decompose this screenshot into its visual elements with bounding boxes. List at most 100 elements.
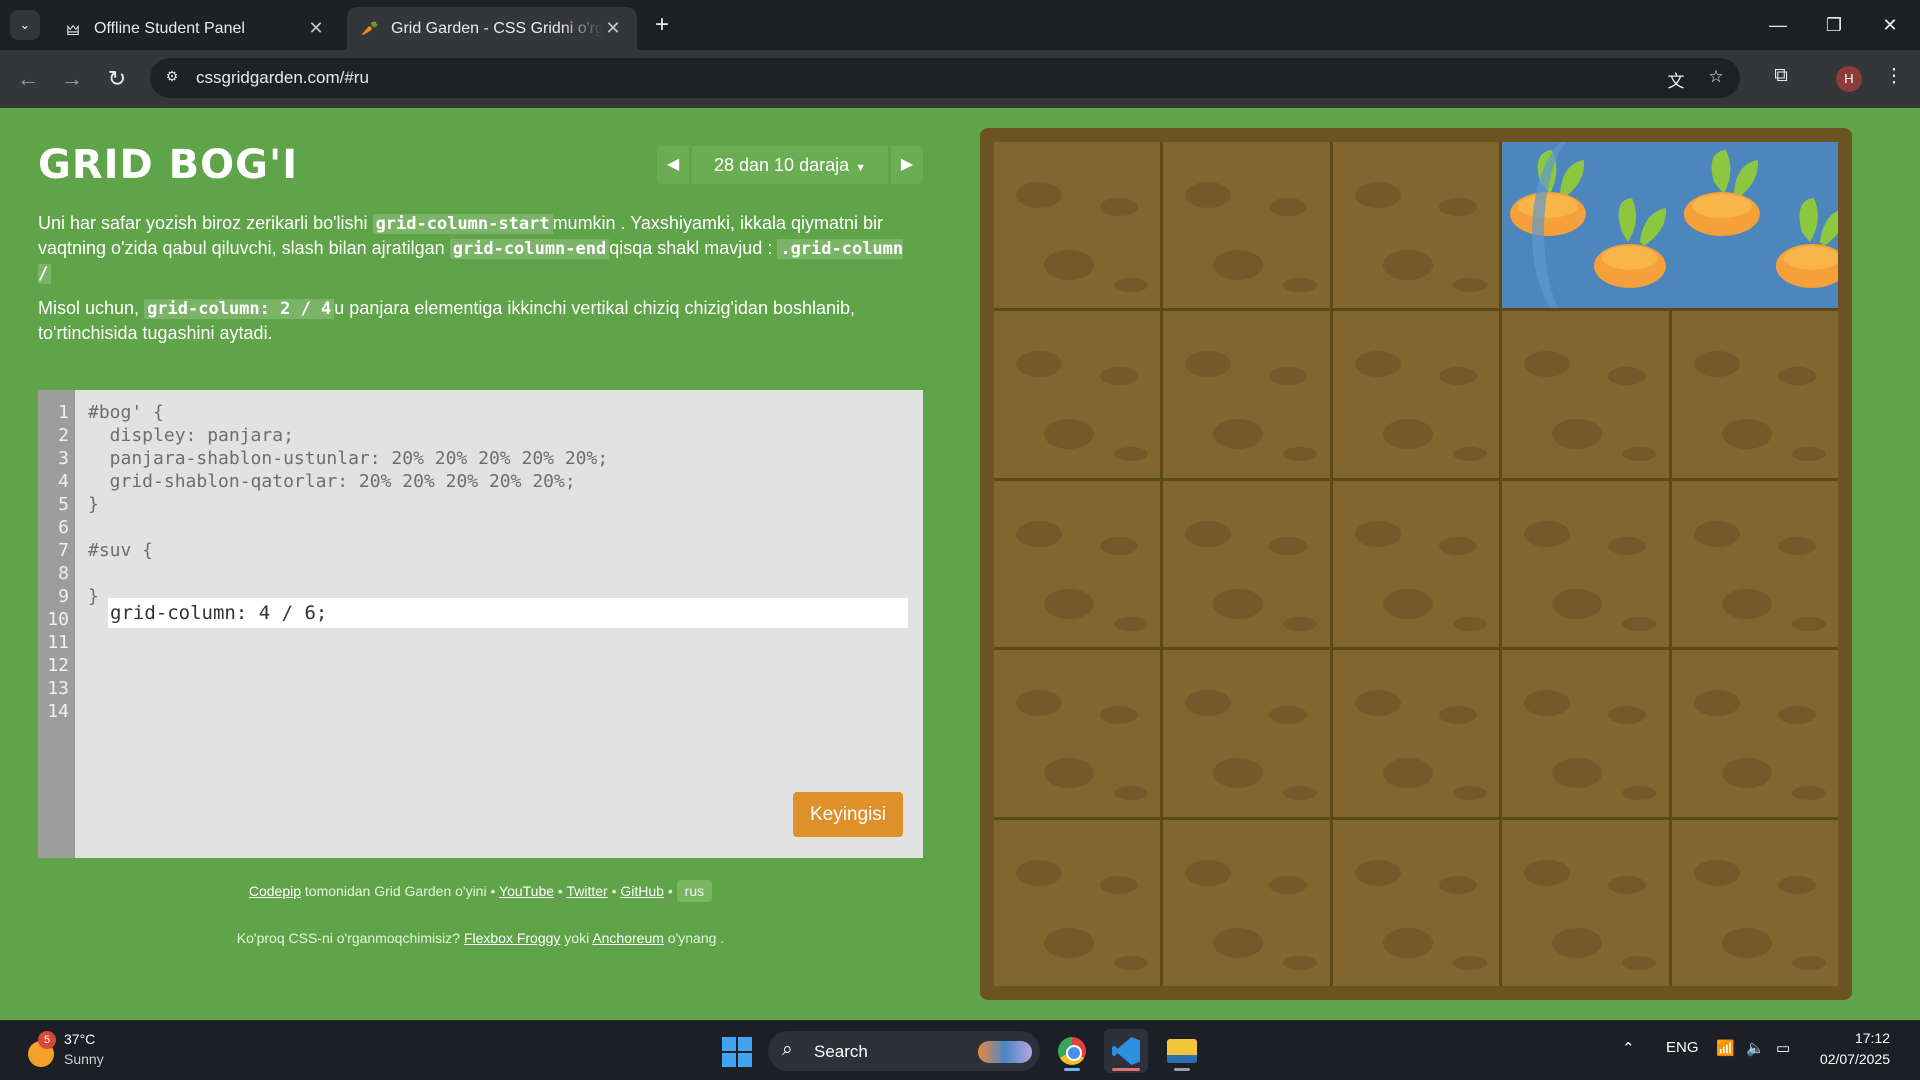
soil-cell: [994, 819, 1161, 986]
separator: •: [554, 883, 567, 899]
active-indicator: [1064, 1068, 1080, 1071]
clock-date[interactable]: 02/07/2025: [1810, 1051, 1890, 1067]
close-window-icon[interactable]: ✕: [1872, 12, 1908, 38]
url-text[interactable]: cssgridgarden.com/#ru: [196, 68, 369, 88]
translate-icon[interactable]: 文: [1665, 67, 1687, 91]
credits: Codepip tomonidan Grid Garden o'yini • Y…: [38, 880, 923, 902]
language-indicator[interactable]: ENG: [1666, 1039, 1699, 1056]
code-line: }: [88, 586, 99, 607]
taskbar-search[interactable]: ⌕ Search: [768, 1031, 1040, 1071]
profile-avatar[interactable]: H: [1836, 66, 1862, 92]
line-number: 3: [58, 448, 69, 469]
next-button[interactable]: Keyingisi: [793, 792, 903, 837]
soil-cell: [994, 650, 1161, 817]
battery-icon[interactable]: ▭: [1776, 1039, 1790, 1057]
weather-temperature[interactable]: 37°C: [64, 1031, 95, 1047]
promo-text: Ko'proq CSS-ni o'rganmoqchimisiz? Flexbo…: [38, 930, 923, 946]
soil-cell: [994, 142, 1161, 309]
line-number: 6: [58, 517, 69, 538]
soil-cell: [1332, 819, 1500, 986]
page-title: GRID BOG'I: [38, 142, 299, 188]
show-hidden-icons-chevron-icon[interactable]: ⌃: [1622, 1039, 1635, 1057]
soil-cell: [1671, 480, 1838, 648]
soil-cell: [1163, 819, 1330, 986]
close-tab-icon[interactable]: ✕: [603, 18, 623, 39]
chrome-taskbar-app[interactable]: [1050, 1029, 1094, 1073]
dropdown-caret-icon: ▼: [855, 162, 866, 174]
vscode-taskbar-app[interactable]: [1104, 1029, 1148, 1073]
soil-cell: [1502, 142, 1669, 309]
separator: •: [663, 883, 677, 899]
active-indicator: [1112, 1068, 1140, 1071]
minimize-icon[interactable]: —: [1760, 12, 1796, 38]
browser-tab-bar: ⌄ 🜲 Offline Student Panel ✕ 🥕 Grid Garde…: [0, 0, 1920, 50]
line-number: 7: [58, 540, 69, 561]
code-term-grid-column-end: grid-column-end: [449, 239, 610, 259]
level-label: 28 dan 10 daraja: [713, 155, 850, 175]
file-explorer-taskbar-app[interactable]: [1160, 1029, 1204, 1073]
line-number: 13: [47, 678, 69, 699]
tab-title: Offline Student Panel: [94, 19, 245, 37]
language-selector[interactable]: rus: [676, 880, 713, 902]
instructions-text: Uni har safar yozish biroz zerikarli bo'…: [38, 213, 373, 233]
volume-icon[interactable]: 🔈: [1746, 1039, 1765, 1057]
reload-icon[interactable]: ↻: [103, 66, 131, 94]
line-number: 8: [58, 563, 69, 584]
github-link[interactable]: GitHub: [620, 883, 664, 899]
flexbox-froggy-link[interactable]: Flexbox Froggy: [464, 930, 560, 946]
previous-level-arrow-icon[interactable]: ◀: [657, 146, 689, 184]
windows-taskbar: 5 37°C Sunny ⌕ Search ⌃ ENG 📶 🔈 ▭ 17:12 …: [0, 1020, 1920, 1080]
tab-grid-garden[interactable]: 🥕 Grid Garden - CSS Gridni o'rganish ✕: [347, 7, 637, 50]
soil-cell: [1502, 480, 1669, 648]
line-number: 10: [47, 609, 69, 630]
youtube-link[interactable]: YouTube: [499, 883, 554, 899]
code-line: #bog' {: [88, 402, 164, 423]
clock-time[interactable]: 17:12: [1820, 1030, 1890, 1046]
soil-cell: [994, 480, 1161, 648]
css-editor: 1 2 3 4 5 6 7 8 9 10 11 12 13 14 #bog' {…: [38, 390, 923, 858]
bookmark-star-icon[interactable]: ☆: [1705, 67, 1727, 89]
line-number: 4: [58, 471, 69, 492]
line-number: 11: [47, 632, 69, 653]
soil-cell: [1671, 650, 1838, 817]
back-arrow-icon[interactable]: ←: [14, 66, 42, 94]
code-line: }: [88, 494, 99, 515]
wifi-icon[interactable]: 📶: [1716, 1039, 1735, 1057]
next-level-arrow-icon[interactable]: ▶: [891, 146, 923, 184]
twitter-link[interactable]: Twitter: [566, 883, 607, 899]
line-number: 1: [58, 402, 69, 423]
carrot-favicon-icon: 🥕: [361, 20, 379, 36]
extensions-puzzle-icon[interactable]: ⧉: [1767, 65, 1795, 93]
codepip-link[interactable]: Codepip: [249, 883, 301, 899]
line-number: 2: [58, 425, 69, 446]
instructions-paragraph-2: Misol uchun, grid-column: 2 / 4u panjara…: [38, 296, 923, 345]
site-info-icon[interactable]: ⚙: [162, 68, 182, 88]
new-tab-plus-icon[interactable]: +: [648, 12, 676, 40]
address-bar[interactable]: ⚙ cssgridgarden.com/#ru 文 ☆: [150, 58, 1740, 98]
line-number-gutter: 1 2 3 4 5 6 7 8 9 10 11 12 13 14: [38, 390, 75, 858]
search-label: Search: [814, 1042, 868, 1061]
soil-cell: [1332, 142, 1500, 309]
windows-start-icon[interactable]: [722, 1037, 752, 1067]
close-tab-icon[interactable]: ✕: [306, 18, 326, 39]
line-number: 9: [58, 586, 69, 607]
level-indicator[interactable]: 28 dan 10 daraja ▼: [692, 146, 888, 184]
garden-soil-grid: [994, 142, 1838, 986]
more-menu-icon[interactable]: ⋮: [1880, 65, 1908, 93]
tab-search-chevron-icon[interactable]: ⌄: [10, 10, 40, 40]
anchoreum-link[interactable]: Anchoreum: [592, 930, 664, 946]
line-number: 12: [47, 655, 69, 676]
line-number: 14: [47, 701, 69, 722]
instructions-paragraph-1: Uni har safar yozish biroz zerikarli bo'…: [38, 211, 923, 286]
weather-condition[interactable]: Sunny: [64, 1051, 104, 1067]
code-example: grid-column: 2 / 4: [144, 299, 335, 319]
chrome-icon: [1058, 1037, 1086, 1065]
css-code-input[interactable]: [108, 598, 908, 628]
forward-arrow-icon[interactable]: →: [58, 66, 86, 94]
search-highlight-art-icon: [978, 1041, 1032, 1063]
restore-window-icon[interactable]: ❐: [1816, 12, 1852, 38]
soil-cell: [1163, 480, 1330, 648]
folder-icon: [1167, 1039, 1197, 1063]
instructions-text: qisqa shakl mavjud :: [609, 238, 778, 258]
tab-offline-student-panel[interactable]: 🜲 Offline Student Panel ✕: [50, 7, 340, 50]
